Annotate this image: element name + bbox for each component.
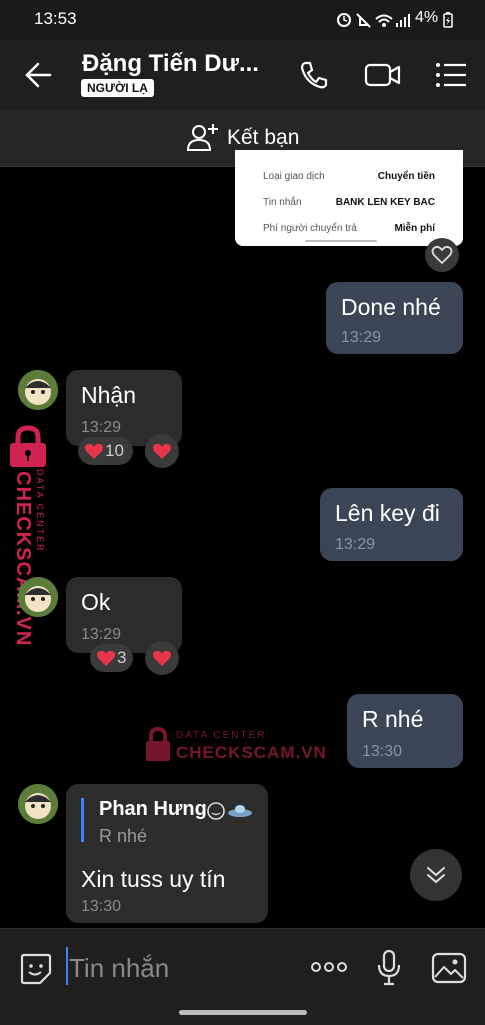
message-bubble-incoming-reply[interactable]: Phan Hưng R nhé Xin tuss uy tín 13:30 xyxy=(66,784,268,923)
avatar-image xyxy=(18,577,58,617)
status-bar: 13:53 4% xyxy=(0,0,485,40)
message-time: 13:30 xyxy=(362,743,403,760)
message-text: Lên key đi xyxy=(335,500,440,526)
add-friend-label: Kết bạn xyxy=(227,126,300,149)
battery-icon xyxy=(443,12,453,28)
menu-icon[interactable] xyxy=(434,60,468,90)
message-text: Done nhé xyxy=(341,294,441,320)
heart-icon xyxy=(84,443,104,459)
react-heart-button[interactable] xyxy=(425,238,459,272)
quote-bar xyxy=(81,798,84,842)
receipt-row: Tin nhắn BANK LEN KEY BAC xyxy=(263,197,435,208)
message-time: 13:29 xyxy=(341,329,382,346)
stranger-badge: NGƯỜI LẠ xyxy=(81,79,154,97)
avatar-image xyxy=(18,370,58,410)
watermark-brand-center: CHECKSCAM.VN xyxy=(176,743,327,762)
receipt-row: Phí người chuyển trả Miễn phí xyxy=(263,223,435,234)
back-arrow-icon[interactable] xyxy=(24,60,54,90)
scroll-to-bottom-button[interactable] xyxy=(410,849,462,901)
home-indicator xyxy=(179,1010,307,1015)
text-caret xyxy=(66,947,68,985)
microphone-icon[interactable] xyxy=(375,949,403,987)
heart-icon xyxy=(96,650,116,666)
phone-icon[interactable] xyxy=(298,59,330,91)
message-input[interactable]: Tin nhắn xyxy=(69,953,169,984)
battery-percent: 4% xyxy=(415,9,439,26)
receipt-scrollbar xyxy=(305,240,377,242)
avatar[interactable] xyxy=(18,370,58,410)
contact-name[interactable]: Đặng Tiến Dư... xyxy=(82,50,259,78)
lock-icon xyxy=(146,727,170,761)
heart-icon xyxy=(152,650,172,666)
message-text: R nhé xyxy=(362,706,424,732)
message-text: Nhận xyxy=(81,382,136,408)
status-time: 13:53 xyxy=(34,9,77,28)
react-heart-button[interactable] xyxy=(145,434,179,468)
message-text: Xin tuss uy tín xyxy=(81,866,226,892)
message-time: 13:29 xyxy=(81,626,122,643)
watermark-center: DATA CENTER CHECKSCAM.VN xyxy=(144,726,326,766)
video-call-icon[interactable] xyxy=(364,60,402,90)
status-icons xyxy=(337,13,410,28)
double-chevron-down-icon xyxy=(427,867,445,884)
avatar[interactable] xyxy=(18,784,58,824)
reaction-count: 10 xyxy=(105,441,124,460)
more-options-icon[interactable] xyxy=(310,961,348,973)
transfer-receipt-image[interactable]: Loại giao dịch Chuyển tiền Tin nhắn BANK… xyxy=(235,150,463,246)
heart-outline-icon xyxy=(431,245,453,265)
message-time: 13:29 xyxy=(335,536,376,553)
message-bubble-outgoing[interactable]: R nhé 13:30 xyxy=(347,694,463,768)
reaction-count: 3 xyxy=(117,648,127,667)
message-time: 13:30 xyxy=(81,898,122,915)
receipt-row: Loại giao dịch Chuyển tiền xyxy=(263,171,435,182)
lock-icon xyxy=(10,425,46,467)
message-bubble-outgoing[interactable]: Done nhé 13:29 xyxy=(326,282,463,354)
emoji-icons xyxy=(207,802,252,820)
react-heart-button[interactable] xyxy=(145,641,179,675)
message-text: Ok xyxy=(81,589,111,615)
add-friend-icon xyxy=(186,124,218,151)
image-gallery-icon[interactable] xyxy=(431,951,467,985)
message-time: 13:29 xyxy=(81,419,122,436)
watermark-top: DATA CENTER xyxy=(35,469,45,553)
quote-text: R nhé xyxy=(99,826,148,846)
reaction-count-badge[interactable]: 10 xyxy=(78,437,133,465)
chat-header: Đặng Tiến Dư... NGƯỜI LẠ xyxy=(0,40,485,110)
avatar[interactable] xyxy=(18,577,58,617)
quote-author: Phan Hưng xyxy=(99,798,207,820)
heart-icon xyxy=(152,443,172,459)
watermark-top-center: DATA CENTER xyxy=(176,730,267,741)
sticker-icon[interactable] xyxy=(18,951,54,987)
avatar-image xyxy=(18,784,58,824)
reaction-count-badge[interactable]: 3 xyxy=(90,644,133,672)
message-bubble-outgoing[interactable]: Lên key đi 13:29 xyxy=(320,488,463,561)
